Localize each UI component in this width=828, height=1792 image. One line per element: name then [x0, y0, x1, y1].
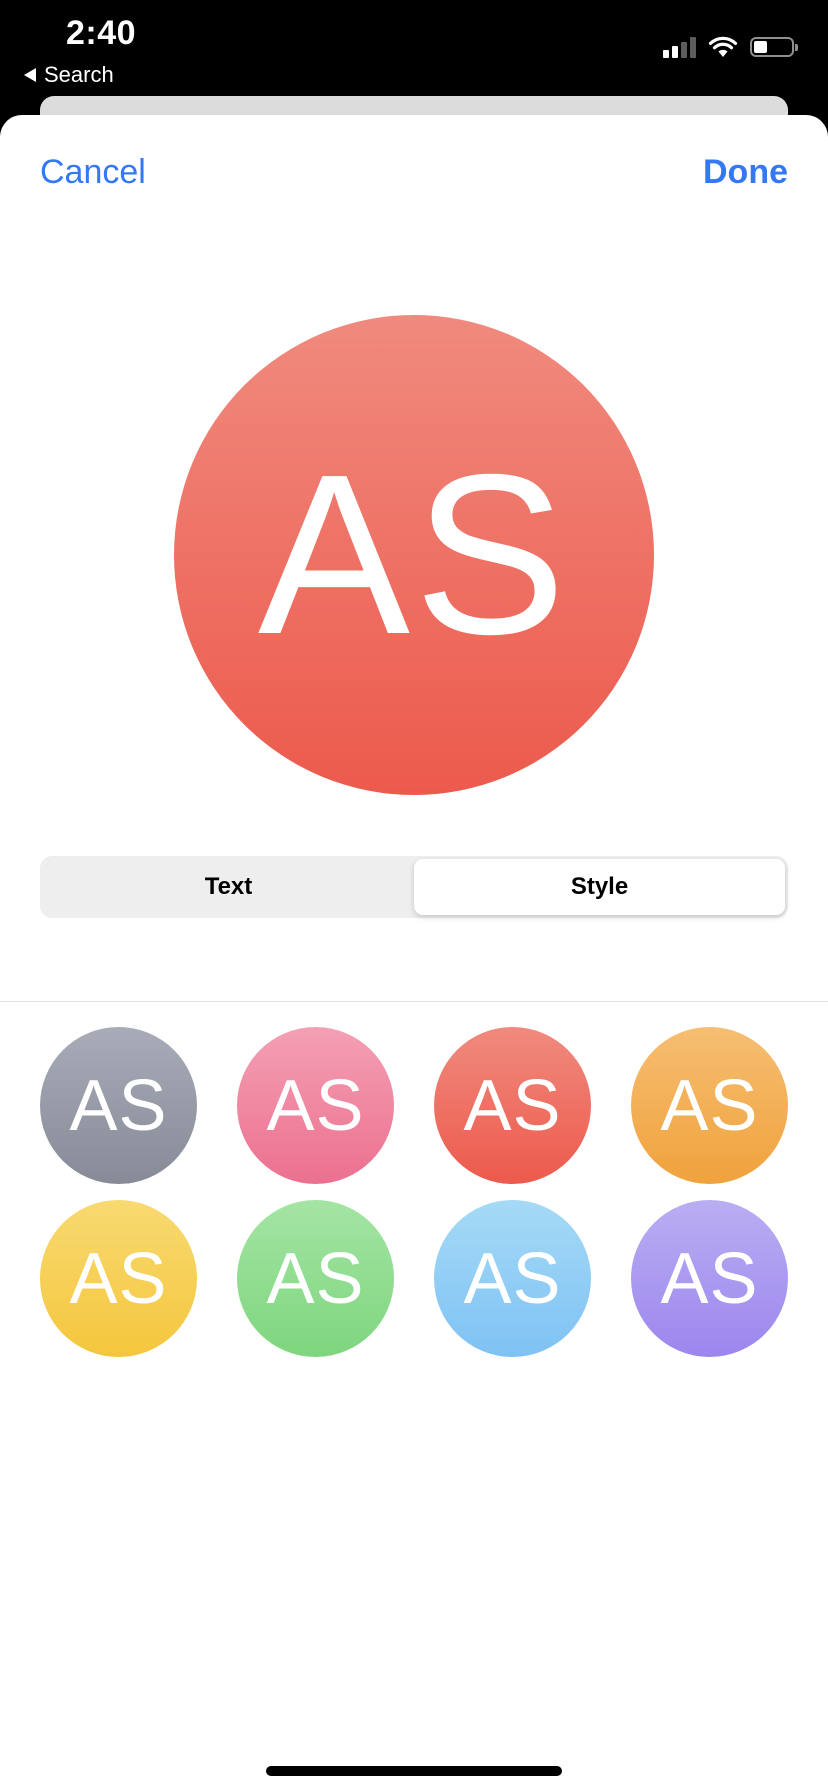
wifi-icon [708, 36, 738, 57]
avatar-editor-sheet: Cancel Done AS Text Style AS AS AS AS AS… [0, 115, 828, 1792]
divider [0, 1001, 828, 1002]
battery-icon [750, 37, 798, 57]
status-time: 2:40 [66, 14, 137, 52]
style-swatch-purple[interactable]: AS [631, 1200, 788, 1357]
text-style-segmented-control[interactable]: Text Style [40, 856, 788, 918]
swatch-initials: AS [660, 1238, 759, 1319]
swatch-initials: AS [266, 1065, 365, 1146]
swatch-initials: AS [463, 1065, 562, 1146]
style-swatch-grid: AS AS AS AS AS AS AS AS [40, 1027, 788, 1357]
status-indicators [663, 36, 798, 58]
cellular-signal-icon [663, 36, 696, 58]
cancel-button[interactable]: Cancel [40, 153, 146, 192]
style-swatch-red[interactable]: AS [434, 1027, 591, 1184]
avatar-preview-initials: AS [257, 427, 571, 682]
back-to-search-link[interactable]: Search [24, 62, 114, 88]
swatch-initials: AS [69, 1238, 168, 1319]
style-swatch-orange[interactable]: AS [631, 1027, 788, 1184]
style-swatch-green[interactable]: AS [237, 1200, 394, 1357]
segment-style[interactable]: Style [414, 859, 785, 915]
style-swatch-blue[interactable]: AS [434, 1200, 591, 1357]
swatch-initials: AS [69, 1065, 168, 1146]
segment-text[interactable]: Text [43, 859, 414, 915]
avatar-preview: AS [174, 315, 654, 795]
style-swatch-gray[interactable]: AS [40, 1027, 197, 1184]
battery-level-fill [754, 41, 767, 53]
back-arrow-icon [24, 68, 36, 82]
style-swatch-pink[interactable]: AS [237, 1027, 394, 1184]
swatch-initials: AS [266, 1238, 365, 1319]
back-link-label: Search [44, 62, 114, 87]
done-button[interactable]: Done [703, 153, 788, 192]
home-indicator [266, 1766, 562, 1776]
swatch-initials: AS [463, 1238, 562, 1319]
swatch-initials: AS [660, 1065, 759, 1146]
style-swatch-yellow[interactable]: AS [40, 1200, 197, 1357]
